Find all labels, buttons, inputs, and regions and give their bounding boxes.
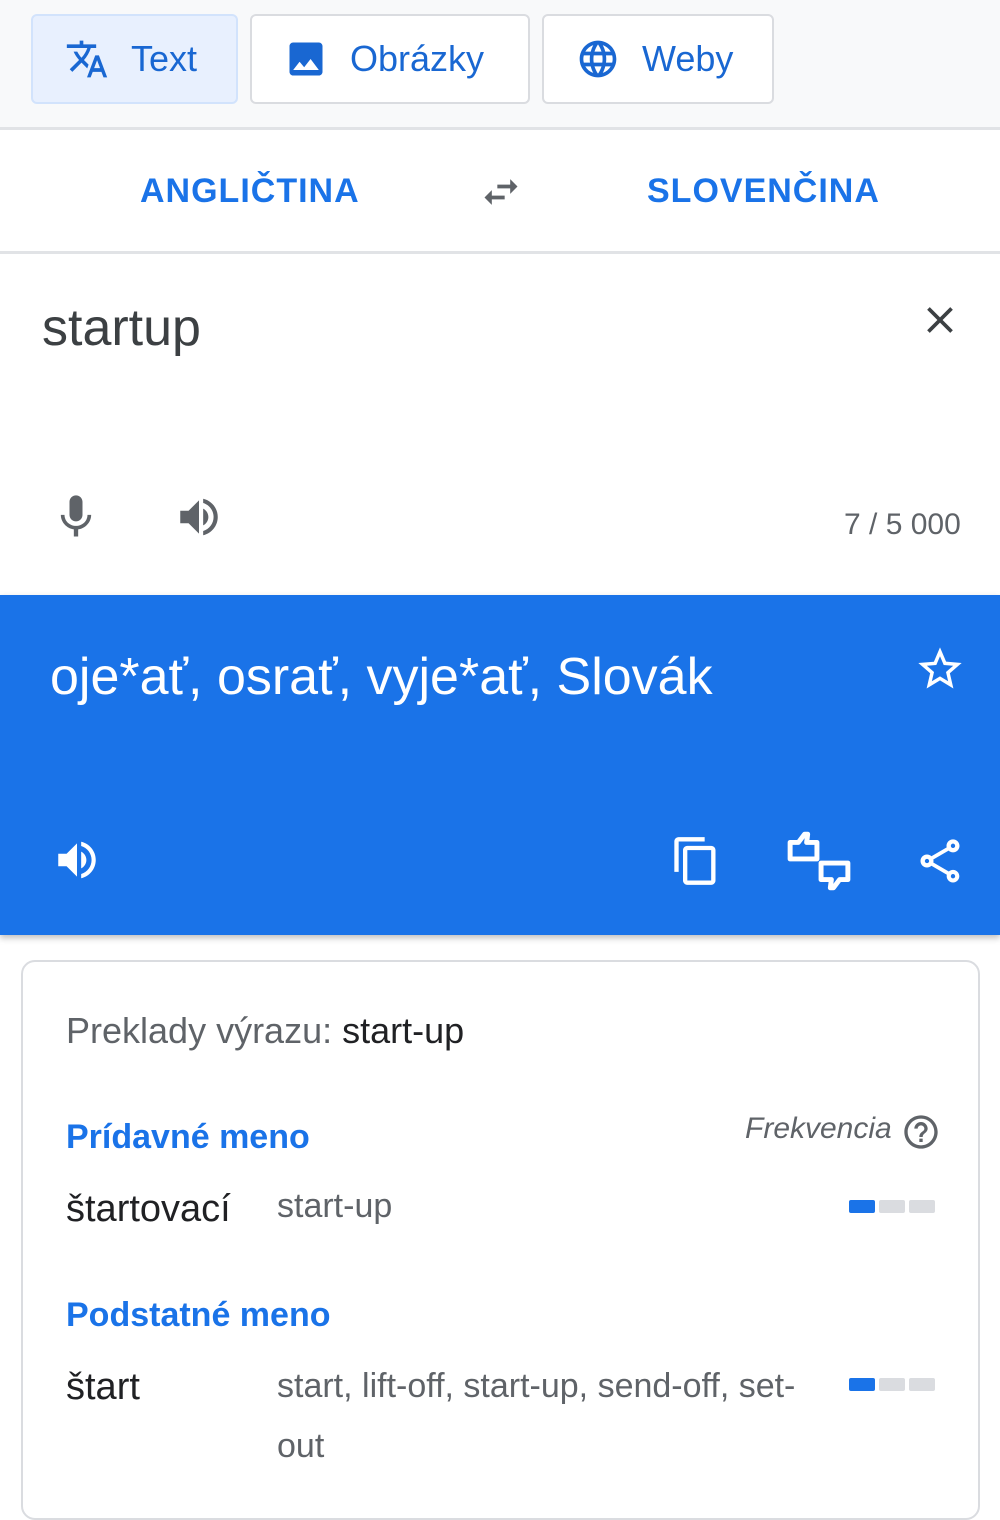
- translated-text: oje*ať, osrať, vyje*ať, Slovák: [50, 648, 713, 706]
- tab-text[interactable]: Text: [31, 14, 238, 104]
- globe-icon: [576, 37, 620, 81]
- part-of-speech-noun: Podstatné meno: [66, 1296, 331, 1334]
- frequency-segment: [909, 1378, 935, 1391]
- copy-icon[interactable]: [670, 833, 722, 894]
- frequency-bar: [849, 1200, 935, 1213]
- dictionary-card: Preklady výrazu: start-up Prídavné meno …: [21, 960, 980, 1520]
- character-count: 7 / 5 000: [844, 508, 961, 541]
- image-icon: [284, 37, 328, 81]
- tab-images-label: Obrázky: [350, 38, 485, 79]
- star-icon[interactable]: [914, 643, 966, 700]
- swap-languages-icon[interactable]: [476, 170, 526, 214]
- frequency-segment: [849, 1200, 875, 1213]
- share-icon[interactable]: [914, 833, 966, 894]
- dictionary-title-prefix: Preklady výrazu:: [66, 1010, 343, 1051]
- dictionary-title-term: start-up: [342, 1010, 465, 1051]
- dictionary-synonyms: start, lift-off, start-up, send-off, set…: [277, 1367, 796, 1465]
- frequency-segment: [909, 1200, 935, 1213]
- dictionary-word[interactable]: štartovací: [66, 1188, 231, 1231]
- rate-translation-icon[interactable]: [786, 831, 852, 896]
- tab-websites-label: Weby: [642, 38, 734, 79]
- dictionary-title: Preklady výrazu: start-up: [66, 1010, 464, 1052]
- frequency-label: Frekvencia: [745, 1112, 892, 1145]
- source-input-area[interactable]: startup 7 / 5 000: [0, 254, 1000, 594]
- source-language-button[interactable]: ANGLIČTINA: [140, 172, 360, 211]
- part-of-speech-adjective: Prídavné meno: [66, 1118, 310, 1156]
- language-bar: ANGLIČTINA SLOVENČINA: [0, 130, 1000, 254]
- tab-text-label: Text: [131, 38, 198, 79]
- source-speaker-icon[interactable]: [172, 492, 226, 547]
- translation-panel: oje*ať, osrať, vyje*ať, Slovák: [0, 595, 1000, 935]
- tab-images[interactable]: Obrázky: [250, 14, 530, 104]
- frequency-segment: [849, 1378, 875, 1391]
- mode-tabs: Text Obrázky Weby: [0, 0, 1000, 130]
- microphone-icon[interactable]: [50, 490, 102, 549]
- source-text[interactable]: startup: [42, 298, 201, 358]
- frequency-segment: [879, 1378, 905, 1391]
- frequency-segment: [879, 1200, 905, 1213]
- translate-icon: [65, 37, 109, 81]
- tab-websites[interactable]: Weby: [542, 14, 774, 104]
- clear-icon[interactable]: [918, 298, 962, 347]
- translation-speaker-icon[interactable]: [50, 835, 104, 890]
- help-icon[interactable]: [901, 1112, 941, 1157]
- frequency-bar: [849, 1378, 935, 1391]
- dictionary-word[interactable]: štart: [66, 1366, 140, 1409]
- dictionary-synonyms: start-up: [277, 1187, 393, 1225]
- target-language-button[interactable]: SLOVENČINA: [647, 172, 880, 211]
